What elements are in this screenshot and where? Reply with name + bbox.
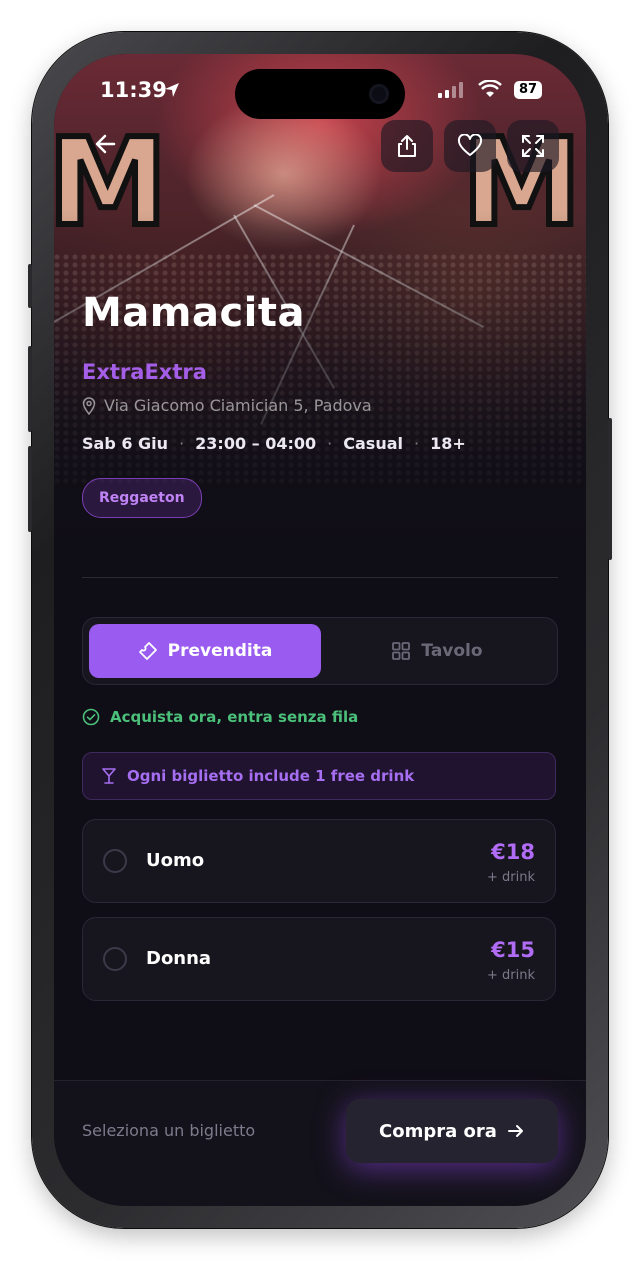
radio-button[interactable]	[103, 849, 127, 873]
tab-tavolo[interactable]: Tavolo	[321, 624, 553, 678]
ticket-price: €15	[491, 938, 535, 962]
tab-prevendita[interactable]: Prevendita	[89, 624, 321, 678]
signal-icon	[438, 82, 463, 98]
dynamic-island	[235, 69, 405, 119]
event-title: Mamacita	[82, 290, 306, 336]
event-date: Sab 6 Giu	[82, 434, 169, 453]
separator: ·	[179, 434, 185, 453]
tab-prevendita-label: Prevendita	[167, 641, 273, 661]
ticket-label: Uomo	[146, 850, 205, 871]
event-meta: Sab 6 Giu · 23:00 – 04:00 · Casual · 18+	[82, 434, 466, 453]
grid-icon	[392, 642, 411, 660]
cocktail-icon	[102, 768, 116, 784]
tab-tavolo-label: Tavolo	[421, 641, 483, 661]
battery-indicator: 87	[514, 81, 542, 99]
ticket-label: Donna	[146, 948, 212, 969]
skip-line-notice: Acquista ora, entra senza fila	[82, 708, 358, 726]
expand-icon	[522, 135, 544, 157]
ticket-option-donna[interactable]: Donna €15 + drink	[82, 917, 556, 1001]
ticket-option-uomo[interactable]: Uomo €18 + drink	[82, 819, 556, 903]
camera-icon	[369, 84, 389, 104]
selection-hint: Seleziona un biglietto	[82, 1121, 256, 1140]
check-circle-icon	[82, 708, 100, 726]
app-screen: M M 11:39 87 Mamacita	[54, 54, 586, 1206]
heart-icon	[457, 134, 483, 156]
event-age: 18+	[430, 434, 466, 453]
notice-text: Acquista ora, entra senza fila	[110, 708, 359, 726]
divider	[82, 577, 558, 578]
power-button	[608, 418, 612, 560]
ticket-price: €18	[491, 840, 535, 864]
free-drink-banner: Ogni biglietto include 1 free drink	[82, 752, 556, 800]
share-button[interactable]	[381, 120, 433, 172]
venue-name[interactable]: ExtraExtra	[82, 360, 207, 384]
separator: ·	[413, 434, 420, 453]
ticket-price-note: + drink	[486, 968, 535, 983]
free-drink-text: Ogni biglietto include 1 free drink	[127, 767, 415, 785]
address-row[interactable]: Via Giacomo Ciamician 5, Padova	[82, 396, 372, 415]
ticket-type-switch: Prevendita Tavolo	[82, 617, 558, 685]
status-time: 11:39	[100, 78, 167, 102]
event-address: Via Giacomo Ciamician 5, Padova	[104, 396, 372, 415]
radio-button[interactable]	[103, 947, 127, 971]
buy-now-label: Compra ora	[379, 1120, 497, 1142]
separator: ·	[327, 434, 333, 453]
purchase-footer: Seleziona un biglietto Compra ora	[54, 1080, 586, 1206]
ticket-price-note: + drink	[486, 870, 535, 885]
arrow-right-icon	[507, 1125, 523, 1137]
genre-tag[interactable]: Reggaeton	[82, 478, 202, 518]
favorite-button[interactable]	[444, 120, 496, 172]
wifi-icon	[478, 80, 502, 97]
location-arrow-icon	[165, 83, 179, 97]
action-button	[28, 264, 32, 308]
arrow-left-icon[interactable]	[84, 122, 128, 166]
volume-down-button	[28, 446, 32, 532]
expand-button[interactable]	[507, 120, 559, 172]
buy-now-button[interactable]: Compra ora	[346, 1099, 558, 1163]
ticket-icon	[138, 642, 157, 660]
share-icon	[398, 135, 416, 157]
event-dress-code: Casual	[343, 434, 403, 453]
volume-up-button	[28, 346, 32, 432]
event-time: 23:00 – 04:00	[195, 434, 317, 453]
map-pin-icon	[82, 396, 96, 415]
